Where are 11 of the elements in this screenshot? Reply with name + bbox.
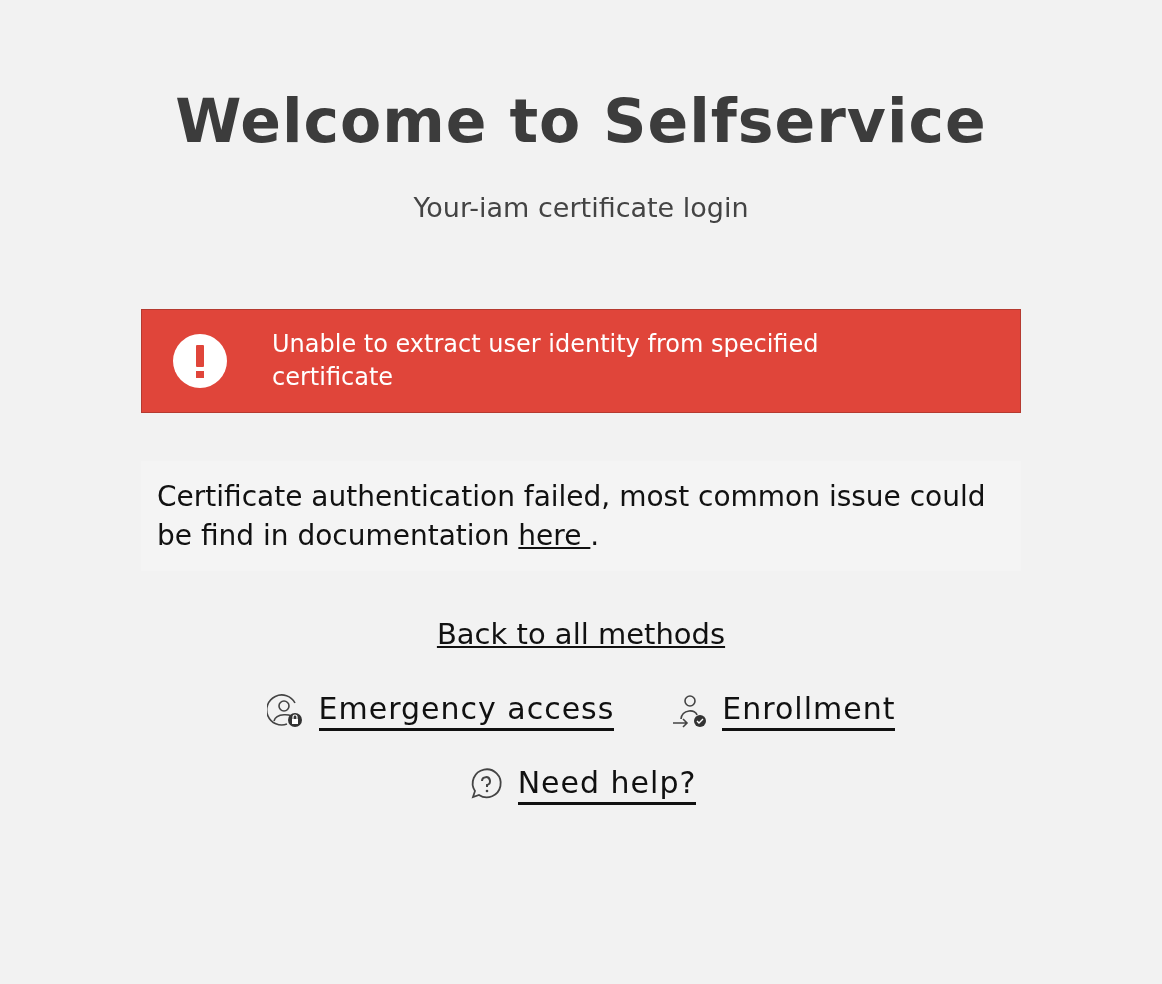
documentation-link[interactable]: here xyxy=(518,519,591,552)
emergency-link[interactable]: Emergency access xyxy=(318,691,615,731)
user-lock-icon xyxy=(266,693,305,729)
page-subtitle: Your-iam certificate login xyxy=(413,192,749,223)
page-title: Welcome to Selfservice xyxy=(175,86,987,156)
enrollment-link[interactable]: Enrollment xyxy=(722,691,896,731)
help-link[interactable]: Need help? xyxy=(517,765,697,805)
back-link[interactable]: Back to all methods xyxy=(436,617,726,651)
alert-message: Unable to extract user identity from specified certificate xyxy=(272,329,820,393)
exclamation-icon xyxy=(172,333,228,389)
user-check-icon xyxy=(670,693,709,729)
